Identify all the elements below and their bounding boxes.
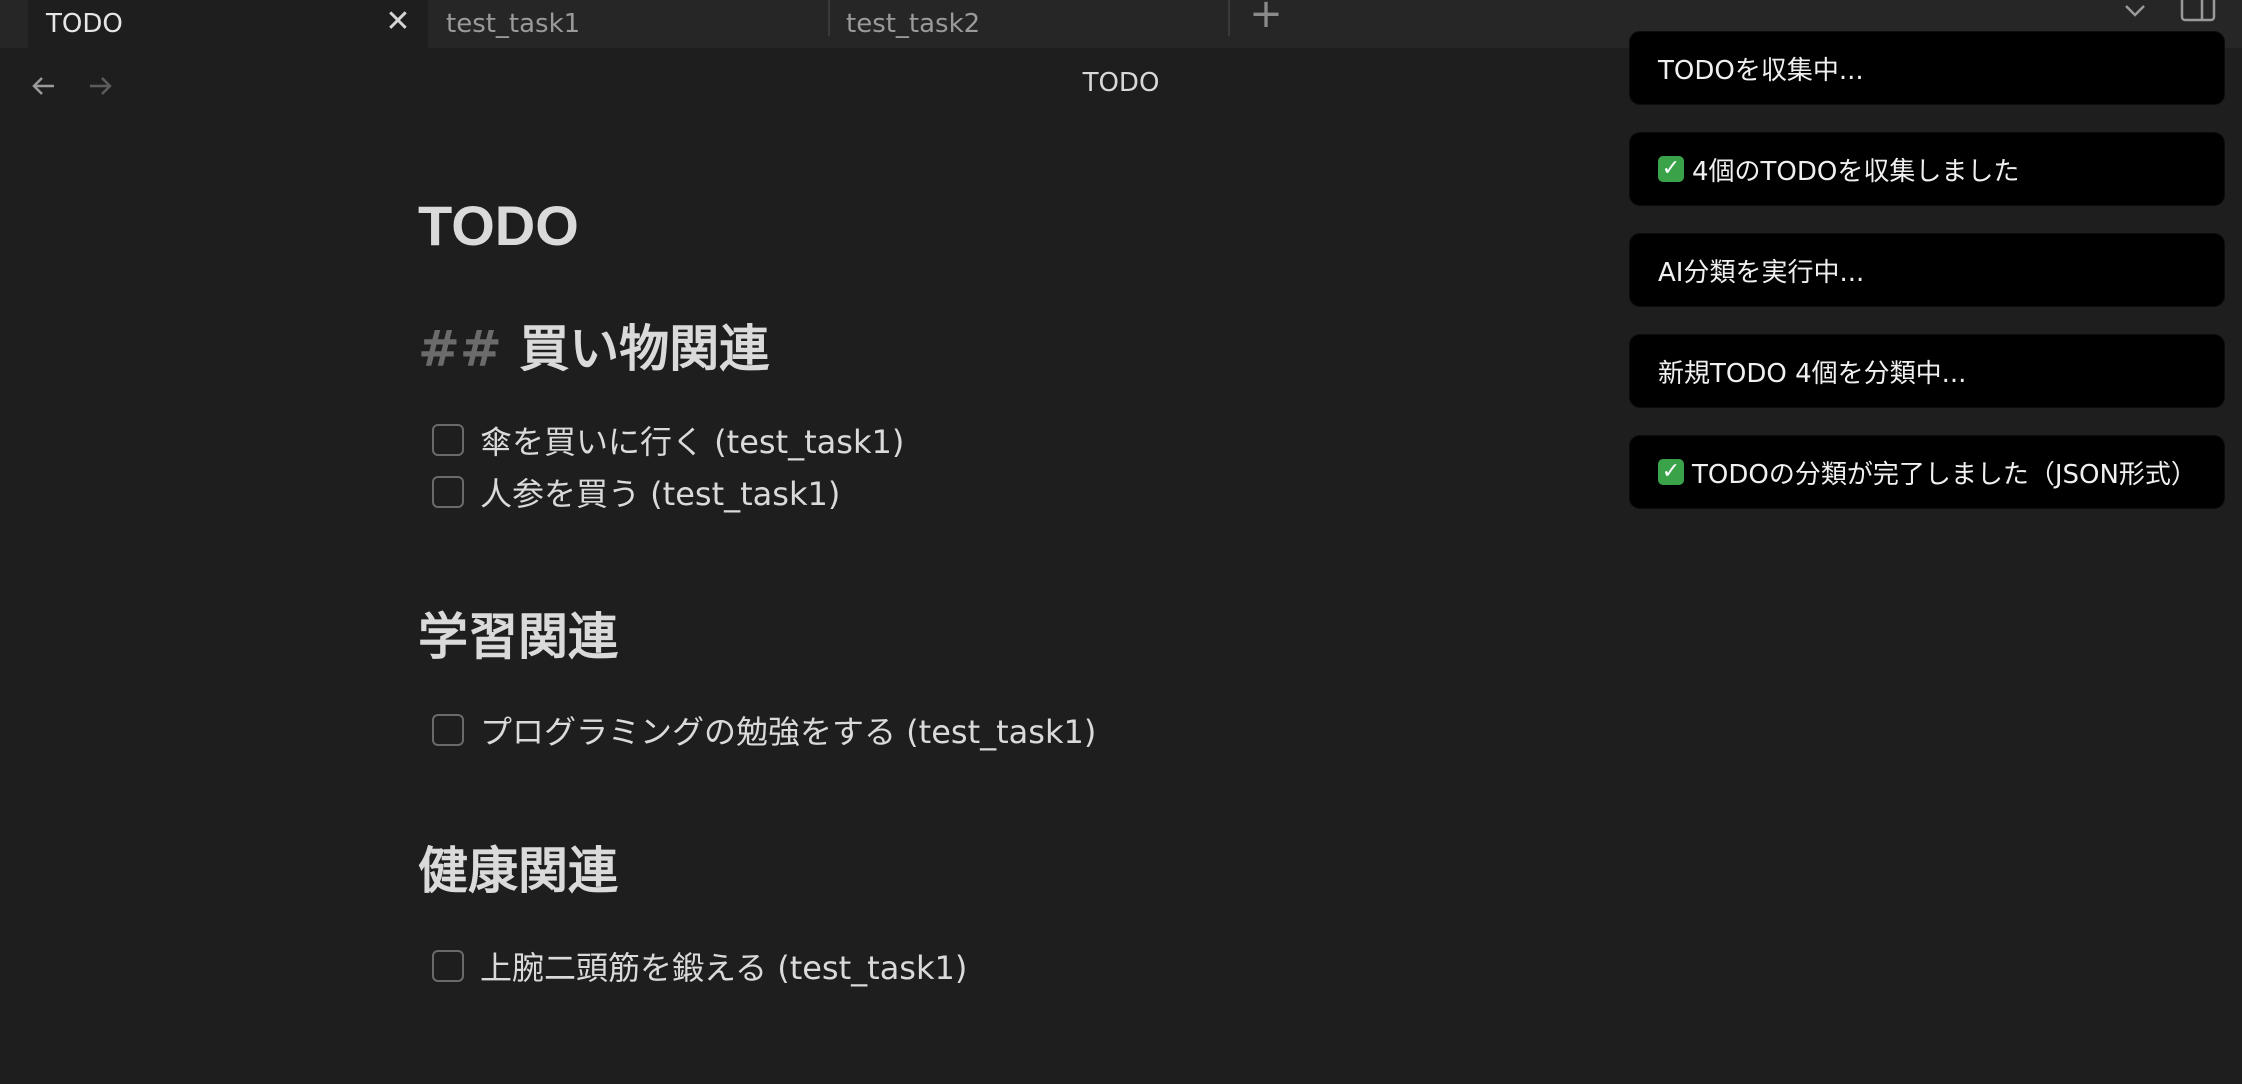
notification-stack: TODOを収集中... ✓ 4個のTODOを収集しました AI分類を実行中...… (1630, 32, 2224, 537)
task-text: 人参を買う (test_task1) (480, 475, 841, 513)
task-item: 傘を買いに行く (test_task1) (418, 414, 1618, 466)
check-mark-icon: ✓ (1658, 156, 1684, 182)
heading-markup: ## (418, 320, 502, 378)
section-heading: ## 買い物関連 (418, 314, 1618, 384)
notification-text: TODOを収集中... (1658, 55, 1864, 86)
sidebar-toggle-icon[interactable] (2180, 0, 2216, 24)
tab-label: test_task1 (446, 9, 581, 39)
task-checkbox[interactable] (432, 714, 464, 746)
close-icon[interactable]: ✕ (382, 7, 414, 40)
tab-test-task1[interactable]: test_task1 (428, 0, 828, 48)
new-tab-icon[interactable]: + (1248, 0, 1284, 34)
tab-test-task2[interactable]: test_task2 (828, 0, 1228, 48)
note-title: TODO (418, 194, 579, 257)
task-text: 上腕二頭筋を鍛える (test_task1) (480, 949, 968, 987)
notification-text: 新規TODO 4個を分類中... (1658, 358, 1967, 389)
chevron-down-icon[interactable] (2118, 0, 2152, 24)
tab-todo[interactable]: TODO ✕ (28, 0, 428, 48)
task-text: 傘を買いに行く (test_task1) (480, 423, 905, 461)
notification-text: AI分類を実行中... (1658, 257, 1865, 288)
heading-text: 学習関連 (418, 608, 618, 666)
task-checkbox[interactable] (432, 950, 464, 982)
notification[interactable]: ✓ 4個のTODOを収集しました (1630, 133, 2224, 205)
note-content: TODO ## 買い物関連 傘を買いに行く (test_task1) 人参を買う… (418, 190, 1618, 992)
task-item: 人参を買う (test_task1) (418, 466, 1618, 518)
task-checkbox[interactable] (432, 424, 464, 456)
check-mark-icon: ✓ (1658, 459, 1684, 485)
section-heading: 健康関連 (418, 836, 1618, 906)
task-item: プログラミングの勉強をする (test_task1) (418, 704, 1618, 756)
heading-text: 買い物関連 (519, 320, 770, 378)
task-text: プログラミングの勉強をする (test_task1) (480, 713, 1097, 751)
task-item: 上腕二頭筋を鍛える (test_task1) (418, 940, 1618, 992)
notification[interactable]: TODOを収集中... (1630, 32, 2224, 104)
section-heading: 学習関連 (418, 602, 1618, 672)
tab-label: test_task2 (846, 9, 981, 39)
notification[interactable]: ✓ TODOの分類が完了しました（JSON形式） (1630, 436, 2224, 508)
notification[interactable]: AI分類を実行中... (1630, 234, 2224, 306)
notification-text: 4個のTODOを収集しました (1692, 156, 2020, 187)
task-checkbox[interactable] (432, 476, 464, 508)
notification-text: TODOの分類が完了しました（JSON形式） (1692, 459, 2197, 490)
tab-label: TODO (46, 9, 123, 39)
notification[interactable]: 新規TODO 4個を分類中... (1630, 335, 2224, 407)
tab-divider (1228, 0, 1230, 36)
heading-text: 健康関連 (418, 842, 618, 900)
